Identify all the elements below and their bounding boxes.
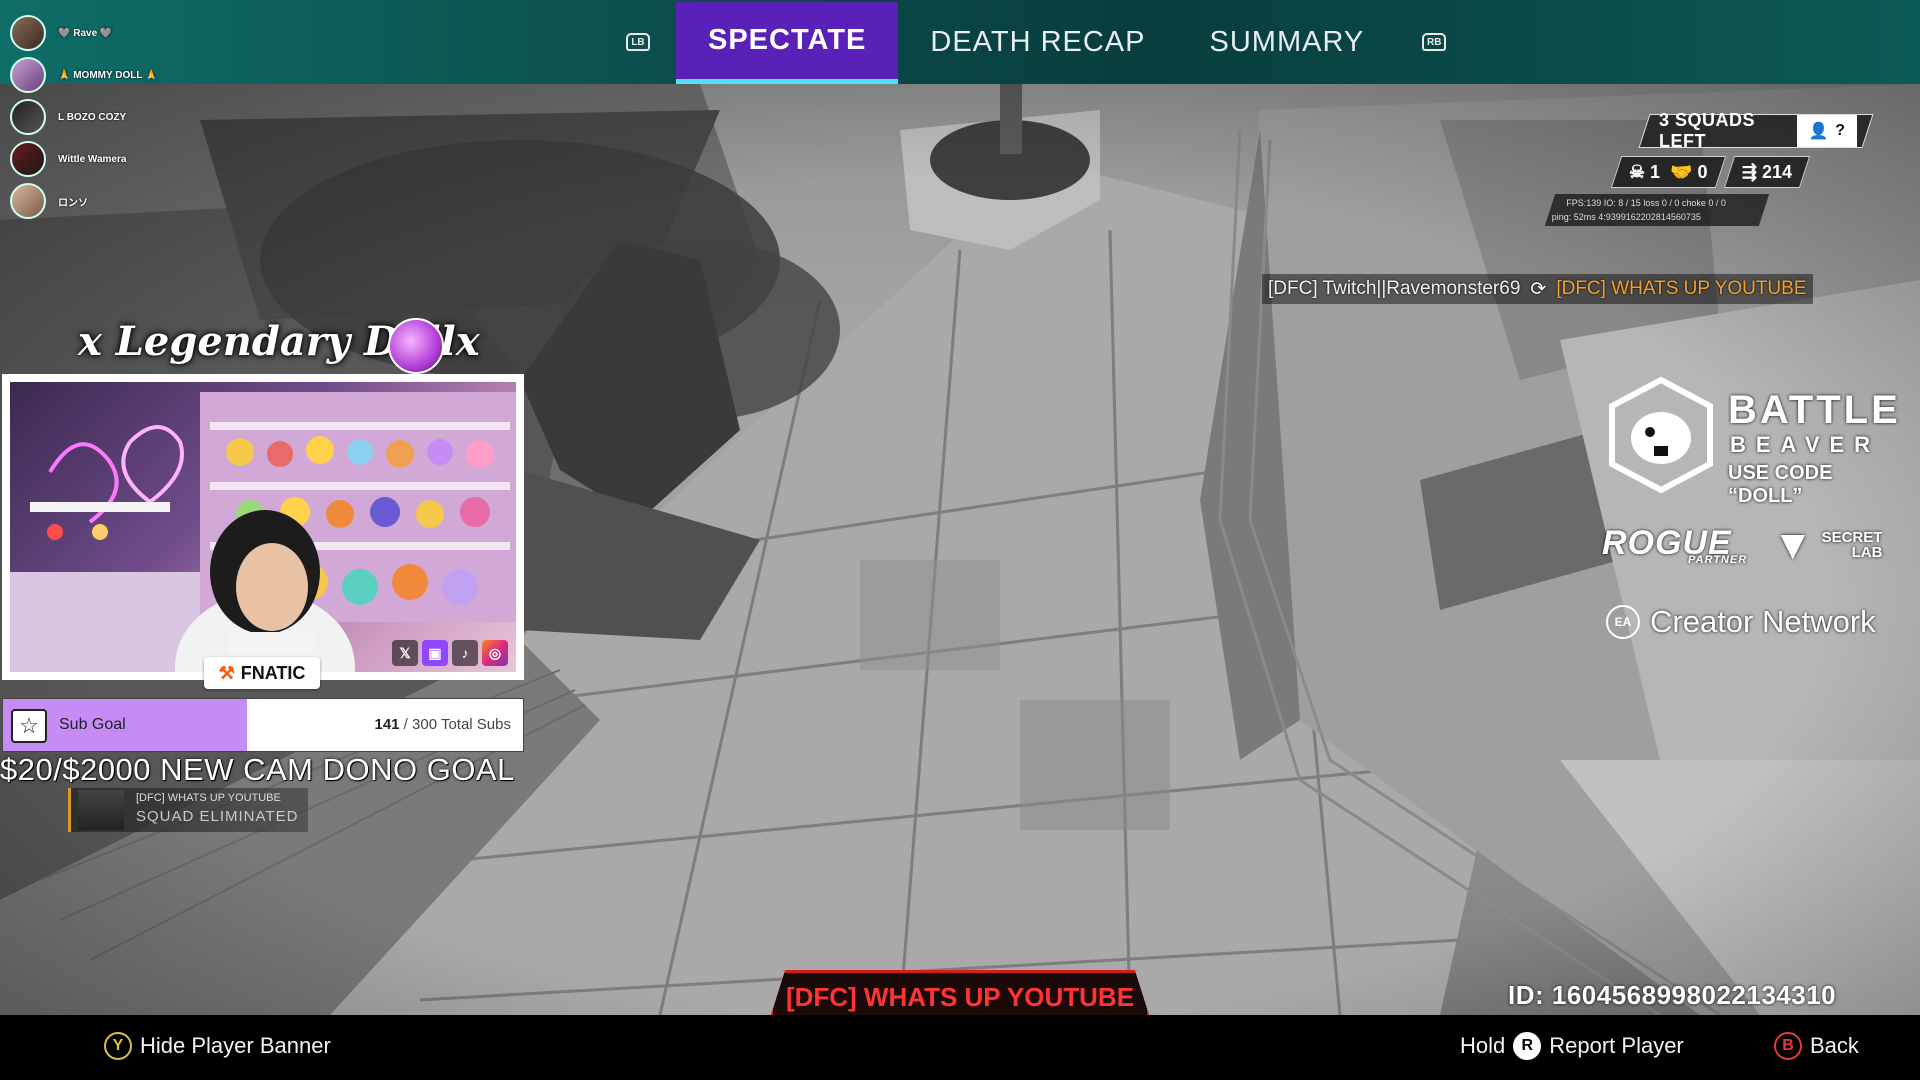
- net-stats-line1: FPS:139 IO: 8 / 15 loss 0 / 0 choke 0 / …: [1566, 198, 1726, 208]
- streamer-emblem-icon: [388, 318, 444, 374]
- lb-bumper-icon[interactable]: LB: [626, 33, 650, 51]
- net-stats-line2: ping: 52ms 4:9399162202814560735: [1551, 212, 1701, 222]
- webcam-image: [10, 392, 516, 672]
- viewer-name: L BOZO COZY: [58, 111, 127, 123]
- back-button[interactable]: B Back: [1774, 1032, 1859, 1060]
- viewer-name: 🙏 MOMMY DOLL 🙏: [58, 69, 158, 81]
- fnatic-logo-icon: ⚒: [218, 662, 235, 683]
- secretlab-line1: SECRET: [1821, 529, 1883, 546]
- secretlab-logo-icon: ▼: [1772, 521, 1814, 568]
- secretlab-sponsor: ▼ SECRET LAB: [1772, 524, 1882, 566]
- viewer-name: 🩶 Rave 🩶: [58, 27, 113, 39]
- eliminated-status: SQUAD ELIMINATED: [136, 808, 299, 825]
- controller-hints-bar: Y Hide Player Banner Hold R Report Playe…: [0, 1015, 1920, 1080]
- kills-assists-box: ☠ 1 🤝 0: [1610, 156, 1726, 188]
- skull-icon: ☠: [1629, 161, 1646, 182]
- sub-goal-count: 141 / 300 Total Subs: [374, 716, 511, 733]
- network-stats: FPS:139 IO: 8 / 15 loss 0 / 0 choke 0 / …: [1544, 194, 1770, 226]
- ea-creator-network: EA Creator Network: [1606, 604, 1876, 640]
- damage-count: 214: [1761, 161, 1792, 182]
- ea-logo-icon: EA: [1606, 605, 1640, 639]
- stream-viewer-list: 🩶 Rave 🩶 🙏 MOMMY DOLL 🙏 L BOZO COZY Witt…: [10, 12, 158, 222]
- right-stick-icon: R: [1513, 1032, 1542, 1060]
- viewer-item: ロンソ: [10, 180, 158, 222]
- team-tag: ⚒ FNATIC: [204, 657, 320, 689]
- battle-beaver-sponsor: BATTLE BEAVER USE CODE “DOLL”: [1606, 376, 1901, 507]
- viewer-item: 🙏 MOMMY DOLL 🙏: [10, 54, 158, 96]
- promo-code: USE CODE “DOLL”: [1728, 462, 1833, 507]
- squad-eliminated-card: [DFC] WHATS UP YOUTUBE SQUAD ELIMINATED: [44, 780, 314, 836]
- b-button-icon: B: [1774, 1032, 1802, 1060]
- kills-count: 1: [1650, 161, 1661, 182]
- kill-icon: ⟳: [1530, 278, 1547, 300]
- top-navigation-bar: LB SPECTATE DEATH RECAP SUMMARY RB: [0, 0, 1920, 84]
- hide-player-banner-button[interactable]: Y Hide Player Banner: [104, 1032, 331, 1060]
- damage-box: ⇶ 214: [1723, 156, 1810, 188]
- squad-info[interactable]: 👤 ?: [1797, 115, 1857, 147]
- tab-death-recap[interactable]: DEATH RECAP: [898, 0, 1177, 84]
- beaver-logo-icon: [1609, 376, 1713, 494]
- sub-goal-target: 300 Total Subs: [412, 716, 511, 733]
- eliminated-player-name: [DFC] WHATS UP YOUTUBE: [136, 792, 281, 804]
- player-stats: ☠ 1 🤝 0 ⇶ 214: [1610, 156, 1810, 188]
- sub-goal-bar: ☆ Sub Goal 141 / 300 Total Subs: [2, 698, 524, 752]
- webcam-feed: 𝕏 ▣ ♪ ◎: [10, 382, 516, 672]
- viewer-name: ロンソ: [58, 197, 88, 209]
- creator-network-text: Creator Network: [1650, 604, 1876, 639]
- kill-banner: [DFC] Twitch||Ravemonster69 ⟳ [DFC] WHAT…: [1262, 274, 1813, 304]
- spectated-player-tag: [DFC] WHATS UP YOUTUBE: [770, 970, 1150, 1018]
- sub-goal-current: 141: [374, 716, 400, 733]
- team-name: FNATIC: [240, 662, 306, 683]
- avatar: [10, 15, 46, 51]
- avatar: [10, 99, 46, 135]
- squads-left-panel: 3 SQUADS LEFT 👤 ?: [1638, 110, 1874, 151]
- tiktok-icon: ♪: [452, 640, 478, 666]
- sub-goal-label: Sub Goal: [59, 716, 126, 733]
- webcam-frame: 𝕏 ▣ ♪ ◎: [2, 374, 524, 680]
- y-button-icon: Y: [104, 1032, 132, 1060]
- social-icons: 𝕏 ▣ ♪ ◎: [392, 640, 508, 666]
- player-portrait: [78, 790, 124, 830]
- rogue-partner-text: PARTNER: [1688, 554, 1748, 566]
- avatar: [10, 141, 46, 177]
- squads-left-text: 3 SQUADS LEFT: [1659, 110, 1756, 151]
- person-icon: 👤: [1808, 123, 1830, 140]
- sub-goal-separator: /: [399, 716, 413, 733]
- secretlab-line2: LAB: [1851, 544, 1883, 561]
- tab-bar: LB SPECTATE DEATH RECAP SUMMARY RB: [600, 0, 1472, 84]
- viewer-name: Wittle Wamera: [58, 153, 127, 165]
- killer-name: [DFC] Twitch||Ravemonster69: [1268, 278, 1521, 299]
- hide-banner-label: Hide Player Banner: [140, 1033, 331, 1058]
- report-player-button[interactable]: Hold R Report Player: [1460, 1032, 1684, 1060]
- viewer-item: Wittle Wamera: [10, 138, 158, 180]
- handshake-icon: 🤝: [1670, 161, 1693, 182]
- damage-icon: ⇶: [1741, 161, 1757, 182]
- instagram-icon: ◎: [482, 640, 508, 666]
- rogue-sponsor: ROGUE PARTNER: [1602, 524, 1746, 566]
- rb-bumper-icon[interactable]: RB: [1422, 33, 1447, 51]
- back-label: Back: [1810, 1033, 1859, 1058]
- help-mark: ?: [1835, 122, 1846, 139]
- spectated-player-name: [DFC] WHATS UP YOUTUBE: [785, 982, 1135, 1012]
- avatar: [10, 183, 46, 219]
- battle-text: BATTLE: [1728, 388, 1901, 432]
- avatar: [10, 57, 46, 93]
- tab-summary[interactable]: SUMMARY: [1178, 0, 1397, 84]
- x-icon: 𝕏: [392, 640, 418, 666]
- beaver-text: BEAVER: [1730, 432, 1881, 457]
- viewer-item: L BOZO COZY: [10, 96, 158, 138]
- viewer-item: 🩶 Rave 🩶: [10, 12, 158, 54]
- hold-label: Hold: [1460, 1033, 1506, 1058]
- player-id: ID: 1604568998022134310: [1508, 980, 1837, 1010]
- assists-count: 0: [1697, 161, 1708, 182]
- twitch-icon: ▣: [422, 640, 448, 666]
- report-label: Report Player: [1549, 1033, 1684, 1058]
- victim-name: [DFC] WHATS UP YOUTUBE: [1556, 278, 1807, 299]
- star-icon: ☆: [11, 709, 47, 743]
- tab-spectate[interactable]: SPECTATE: [676, 2, 899, 84]
